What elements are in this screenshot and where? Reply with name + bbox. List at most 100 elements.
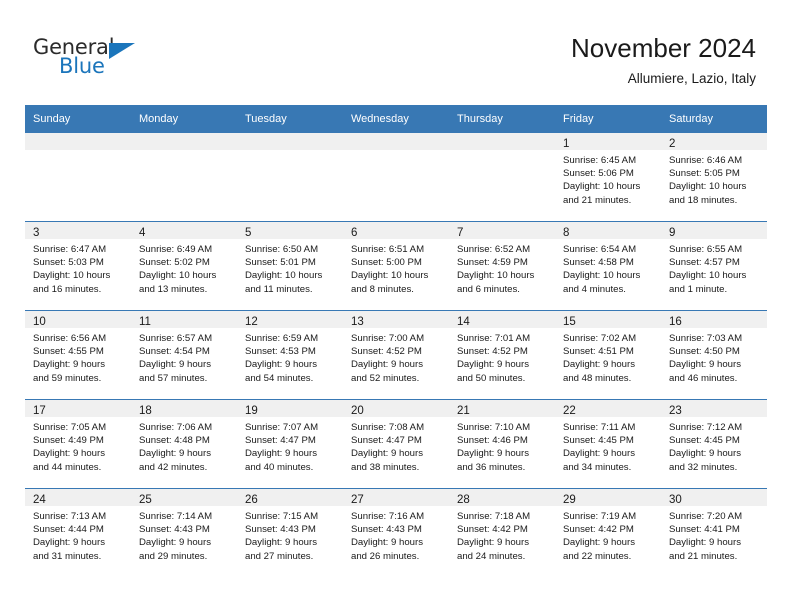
calendar-day-cell[interactable]: 3 Sunrise: 6:47 AM Sunset: 5:03 PM Daylight… bbox=[25, 221, 131, 311]
day-details: Sunrise: 7:20 AM Sunset: 4:41 PM Daylight:… bbox=[661, 506, 767, 563]
daylight-text-line2: and 50 minutes. bbox=[457, 372, 526, 384]
sunset-text: Sunset: 4:52 PM bbox=[351, 346, 422, 358]
calendar-day-cell[interactable]: 18 Sunrise: 7:06 AM Sunset: 4:48 PM Dayligh… bbox=[131, 399, 237, 489]
day-number: 25 bbox=[139, 494, 152, 506]
calendar-day-cell[interactable]: 14 Sunrise: 7:01 AM Sunset: 4:52 PM Dayligh… bbox=[449, 310, 555, 400]
day-cell-content: 26 Sunrise: 7:15 AM Sunset: 4:43 PM Dayligh… bbox=[237, 489, 343, 577]
day-cell-content: 14 Sunrise: 7:01 AM Sunset: 4:52 PM Dayligh… bbox=[449, 311, 555, 399]
calendar-day-cell[interactable]: 5 Sunrise: 6:50 AM Sunset: 5:01 PM Daylight… bbox=[237, 221, 343, 311]
sunrise-text: Sunrise: 7:01 AM bbox=[457, 333, 531, 344]
day-details: Sunrise: 7:14 AM Sunset: 4:43 PM Daylight:… bbox=[131, 506, 237, 563]
daylight-text-line2: and 52 minutes. bbox=[351, 372, 420, 384]
calendar-day-cell[interactable]: 20 Sunrise: 7:08 AM Sunset: 4:47 PM Dayligh… bbox=[343, 399, 449, 489]
calendar-day-cell[interactable]: 21 Sunrise: 7:10 AM Sunset: 4:46 PM Dayligh… bbox=[449, 399, 555, 489]
calendar-day-cell[interactable]: 22 Sunrise: 7:11 AM Sunset: 4:45 PM Dayligh… bbox=[555, 399, 661, 489]
day-number: 28 bbox=[457, 494, 470, 506]
day-number-band: 19 bbox=[237, 400, 343, 417]
calendar-day-cell[interactable]: 16 Sunrise: 7:03 AM Sunset: 4:50 PM Dayligh… bbox=[661, 310, 767, 400]
daylight-text-line2: and 11 minutes. bbox=[245, 283, 313, 295]
calendar-day-cell[interactable]: 6 Sunrise: 6:51 AM Sunset: 5:00 PM Daylight… bbox=[343, 221, 449, 311]
daylight-text-line1: Daylight: 9 hours bbox=[245, 537, 317, 549]
daylight-text-line1: Daylight: 9 hours bbox=[33, 537, 105, 549]
sunset-text: Sunset: 4:42 PM bbox=[563, 524, 634, 536]
calendar-day-cell[interactable]: 8 Sunrise: 6:54 AM Sunset: 4:58 PM Daylight… bbox=[555, 221, 661, 311]
sunset-text: Sunset: 4:50 PM bbox=[669, 346, 740, 358]
day-details: Sunrise: 6:49 AM Sunset: 5:02 PM Daylight:… bbox=[131, 239, 237, 296]
day-number-band: 9 bbox=[661, 222, 767, 239]
daylight-text-line2: and 24 minutes. bbox=[457, 550, 526, 562]
calendar-day-cell[interactable] bbox=[237, 133, 343, 222]
calendar-day-cell[interactable] bbox=[25, 133, 131, 222]
daylight-text-line2: and 32 minutes. bbox=[669, 461, 738, 473]
calendar-day-cell[interactable] bbox=[343, 133, 449, 222]
logo-text-blue: Blue bbox=[59, 54, 105, 78]
calendar-day-cell[interactable] bbox=[449, 133, 555, 222]
calendar-day-cell[interactable]: 25 Sunrise: 7:14 AM Sunset: 4:43 PM Dayligh… bbox=[131, 488, 237, 577]
day-number-band: 28 bbox=[449, 489, 555, 506]
calendar-day-cell[interactable]: 1 Sunrise: 6:45 AM Sunset: 5:06 PM Daylight… bbox=[555, 133, 661, 222]
daylight-text-line2: and 26 minutes. bbox=[351, 550, 420, 562]
sunset-text: Sunset: 4:42 PM bbox=[457, 524, 528, 536]
day-details: Sunrise: 6:57 AM Sunset: 4:54 PM Daylight:… bbox=[131, 328, 237, 385]
calendar-day-cell[interactable]: 4 Sunrise: 6:49 AM Sunset: 5:02 PM Daylight… bbox=[131, 221, 237, 311]
day-number: 2 bbox=[669, 138, 676, 150]
day-details: Sunrise: 6:51 AM Sunset: 5:00 PM Daylight:… bbox=[343, 239, 449, 296]
calendar-day-cell[interactable]: 17 Sunrise: 7:05 AM Sunset: 4:49 PM Dayligh… bbox=[25, 399, 131, 489]
weekday-header-tuesday: Tuesday bbox=[237, 105, 343, 133]
calendar-day-cell[interactable]: 30 Sunrise: 7:20 AM Sunset: 4:41 PM Dayligh… bbox=[661, 488, 767, 577]
sunset-text: Sunset: 4:53 PM bbox=[245, 346, 316, 358]
daylight-text-line1: Daylight: 10 hours bbox=[139, 270, 217, 282]
day-number: 7 bbox=[457, 227, 464, 239]
calendar-day-cell[interactable]: 19 Sunrise: 7:07 AM Sunset: 4:47 PM Dayligh… bbox=[237, 399, 343, 489]
sunset-text: Sunset: 5:05 PM bbox=[669, 168, 740, 180]
daylight-text-line1: Daylight: 10 hours bbox=[457, 270, 535, 282]
calendar-day-cell[interactable] bbox=[131, 133, 237, 222]
weekday-header-wednesday: Wednesday bbox=[343, 105, 449, 133]
calendar-day-cell[interactable]: 26 Sunrise: 7:15 AM Sunset: 4:43 PM Dayligh… bbox=[237, 488, 343, 577]
day-number-band: 15 bbox=[555, 311, 661, 328]
daylight-text-line2: and 54 minutes. bbox=[245, 372, 314, 384]
sunrise-text: Sunrise: 6:55 AM bbox=[669, 244, 743, 255]
day-details: Sunrise: 6:59 AM Sunset: 4:53 PM Daylight:… bbox=[237, 328, 343, 385]
daylight-text-line1: Daylight: 9 hours bbox=[139, 359, 211, 371]
sunset-text: Sunset: 4:45 PM bbox=[669, 435, 740, 447]
sunset-text: Sunset: 4:51 PM bbox=[563, 346, 634, 358]
day-number-band bbox=[131, 133, 237, 150]
daylight-text-line1: Daylight: 9 hours bbox=[33, 359, 105, 371]
daylight-text-line1: Daylight: 10 hours bbox=[563, 270, 641, 282]
daylight-text-line1: Daylight: 9 hours bbox=[669, 359, 741, 371]
general-blue-logo[interactable]: General Blue bbox=[33, 36, 153, 84]
day-cell-content bbox=[237, 133, 343, 221]
day-details bbox=[25, 150, 131, 154]
day-number: 8 bbox=[563, 227, 570, 239]
calendar-day-cell[interactable]: 23 Sunrise: 7:12 AM Sunset: 4:45 PM Dayligh… bbox=[661, 399, 767, 489]
day-details: Sunrise: 7:05 AM Sunset: 4:49 PM Daylight:… bbox=[25, 417, 131, 474]
calendar-day-cell[interactable]: 10 Sunrise: 6:56 AM Sunset: 4:55 PM Dayligh… bbox=[25, 310, 131, 400]
day-cell-content: 2 Sunrise: 6:46 AM Sunset: 5:05 PM Daylight… bbox=[661, 133, 767, 221]
page-title: November 2024 bbox=[571, 33, 756, 63]
calendar-day-cell[interactable]: 7 Sunrise: 6:52 AM Sunset: 4:59 PM Daylight… bbox=[449, 221, 555, 311]
calendar-day-cell[interactable]: 29 Sunrise: 7:19 AM Sunset: 4:42 PM Dayligh… bbox=[555, 488, 661, 577]
daylight-text-line2: and 18 minutes. bbox=[669, 194, 738, 206]
day-cell-content: 16 Sunrise: 7:03 AM Sunset: 4:50 PM Dayligh… bbox=[661, 311, 767, 399]
day-cell-content: 4 Sunrise: 6:49 AM Sunset: 5:02 PM Daylight… bbox=[131, 222, 237, 310]
day-number-band: 5 bbox=[237, 222, 343, 239]
sunset-text: Sunset: 5:06 PM bbox=[563, 168, 634, 180]
calendar-day-cell[interactable]: 24 Sunrise: 7:13 AM Sunset: 4:44 PM Dayligh… bbox=[25, 488, 131, 577]
day-number: 9 bbox=[669, 227, 676, 239]
calendar-day-cell[interactable]: 9 Sunrise: 6:55 AM Sunset: 4:57 PM Daylight… bbox=[661, 221, 767, 311]
calendar-day-cell[interactable]: 13 Sunrise: 7:00 AM Sunset: 4:52 PM Dayligh… bbox=[343, 310, 449, 400]
calendar-day-cell[interactable]: 2 Sunrise: 6:46 AM Sunset: 5:05 PM Daylight… bbox=[661, 133, 767, 222]
day-details: Sunrise: 7:08 AM Sunset: 4:47 PM Daylight:… bbox=[343, 417, 449, 474]
calendar-day-cell[interactable]: 15 Sunrise: 7:02 AM Sunset: 4:51 PM Dayligh… bbox=[555, 310, 661, 400]
sunrise-text: Sunrise: 7:11 AM bbox=[563, 422, 636, 433]
calendar-day-cell[interactable]: 11 Sunrise: 6:57 AM Sunset: 4:54 PM Dayligh… bbox=[131, 310, 237, 400]
daylight-text-line1: Daylight: 9 hours bbox=[563, 359, 635, 371]
daylight-text-line2: and 1 minute. bbox=[669, 283, 728, 295]
calendar-day-cell[interactable]: 27 Sunrise: 7:16 AM Sunset: 4:43 PM Dayligh… bbox=[343, 488, 449, 577]
calendar-day-cell[interactable]: 12 Sunrise: 6:59 AM Sunset: 4:53 PM Dayligh… bbox=[237, 310, 343, 400]
sunrise-text: Sunrise: 6:47 AM bbox=[33, 244, 107, 255]
calendar-day-cell[interactable]: 28 Sunrise: 7:18 AM Sunset: 4:42 PM Dayligh… bbox=[449, 488, 555, 577]
sunset-text: Sunset: 5:00 PM bbox=[351, 257, 422, 269]
sunset-text: Sunset: 4:54 PM bbox=[139, 346, 210, 358]
